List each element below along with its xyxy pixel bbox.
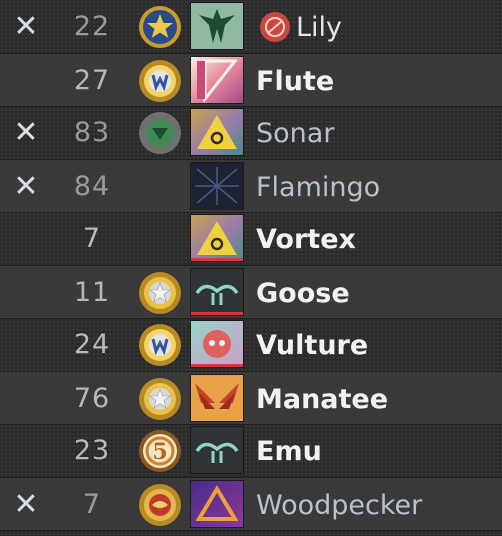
pink-stripe-avatar [191,57,243,103]
orange-wings-avatar [191,375,243,421]
team-stripe [191,312,243,315]
player-name: Lily [296,12,343,43]
player-name: Manatee [256,384,389,415]
player-row[interactable]: ✕ 7 Woodpecker [0,477,502,531]
player-name: Flamingo [256,172,381,203]
red-circle-avatar [191,321,243,367]
five-year-medal-icon: 5 [138,429,182,473]
player-row[interactable]: 76 Manatee [0,371,502,425]
player-name: Emu [256,436,322,467]
yellow-triangle-avatar [191,215,243,261]
scoreboard: ✕ 22 Lily 27 Flute ✕ 83 Sonar ✕ 84 Flami… [0,0,502,536]
green-emblem-medal-icon [138,111,182,155]
player-number: 24 [73,329,111,360]
player-number: 7 [82,223,102,254]
player-number: 11 [73,277,111,308]
gold-star-medal-icon [138,377,182,421]
red-circle-flag-icon [259,11,291,43]
dead-x-icon: ✕ [13,115,39,150]
player-name: Flute [256,66,335,97]
player-name: Sonar [256,118,335,149]
player-row[interactable]: ✕ 83 Sonar [0,106,502,158]
gold-w-medal-icon [138,59,182,103]
dead-x-icon: ✕ [13,9,39,44]
player-number: 22 [73,11,111,42]
player-name: Goose [256,278,350,309]
team-stripe [191,364,243,367]
player-row[interactable]: ✕ 22 Lily [0,0,502,52]
player-number: 76 [73,383,111,414]
player-number: 7 [82,489,102,520]
player-row[interactable]: 27 Flute [0,53,502,107]
dead-x-icon: ✕ [13,169,39,204]
player-row[interactable]: 7 Vortex [0,212,502,264]
teal-wings-avatar [191,427,243,473]
gold-star-medal-icon [138,271,182,315]
purple-triangle-avatar [191,481,243,527]
player-row[interactable]: 23 5 Emu [0,424,502,476]
dark-starburst-avatar [191,163,243,209]
player-number: 83 [73,117,111,148]
dead-x-icon: ✕ [13,487,39,522]
teal-wings-avatar [191,269,243,315]
player-name: Vulture [256,330,369,361]
yellow-triangle-avatar [191,109,243,155]
player-name: Vortex [256,224,356,255]
green-emblem-avatar [191,3,243,49]
red-eagle-medal-icon [138,483,182,527]
blue-star-medal-icon [138,5,182,49]
player-number: 23 [73,435,111,466]
player-number: 27 [73,65,111,96]
player-row[interactable]: 11 Goose [0,265,502,319]
player-number: 84 [73,171,111,202]
svg-text:5: 5 [152,439,167,465]
player-row[interactable]: 24 Vulture [0,318,502,370]
player-row[interactable]: ✕ 84 Flamingo [0,159,502,213]
gold-w-medal-icon [138,323,182,367]
team-stripe [191,258,243,261]
player-name: Woodpecker [256,490,423,521]
